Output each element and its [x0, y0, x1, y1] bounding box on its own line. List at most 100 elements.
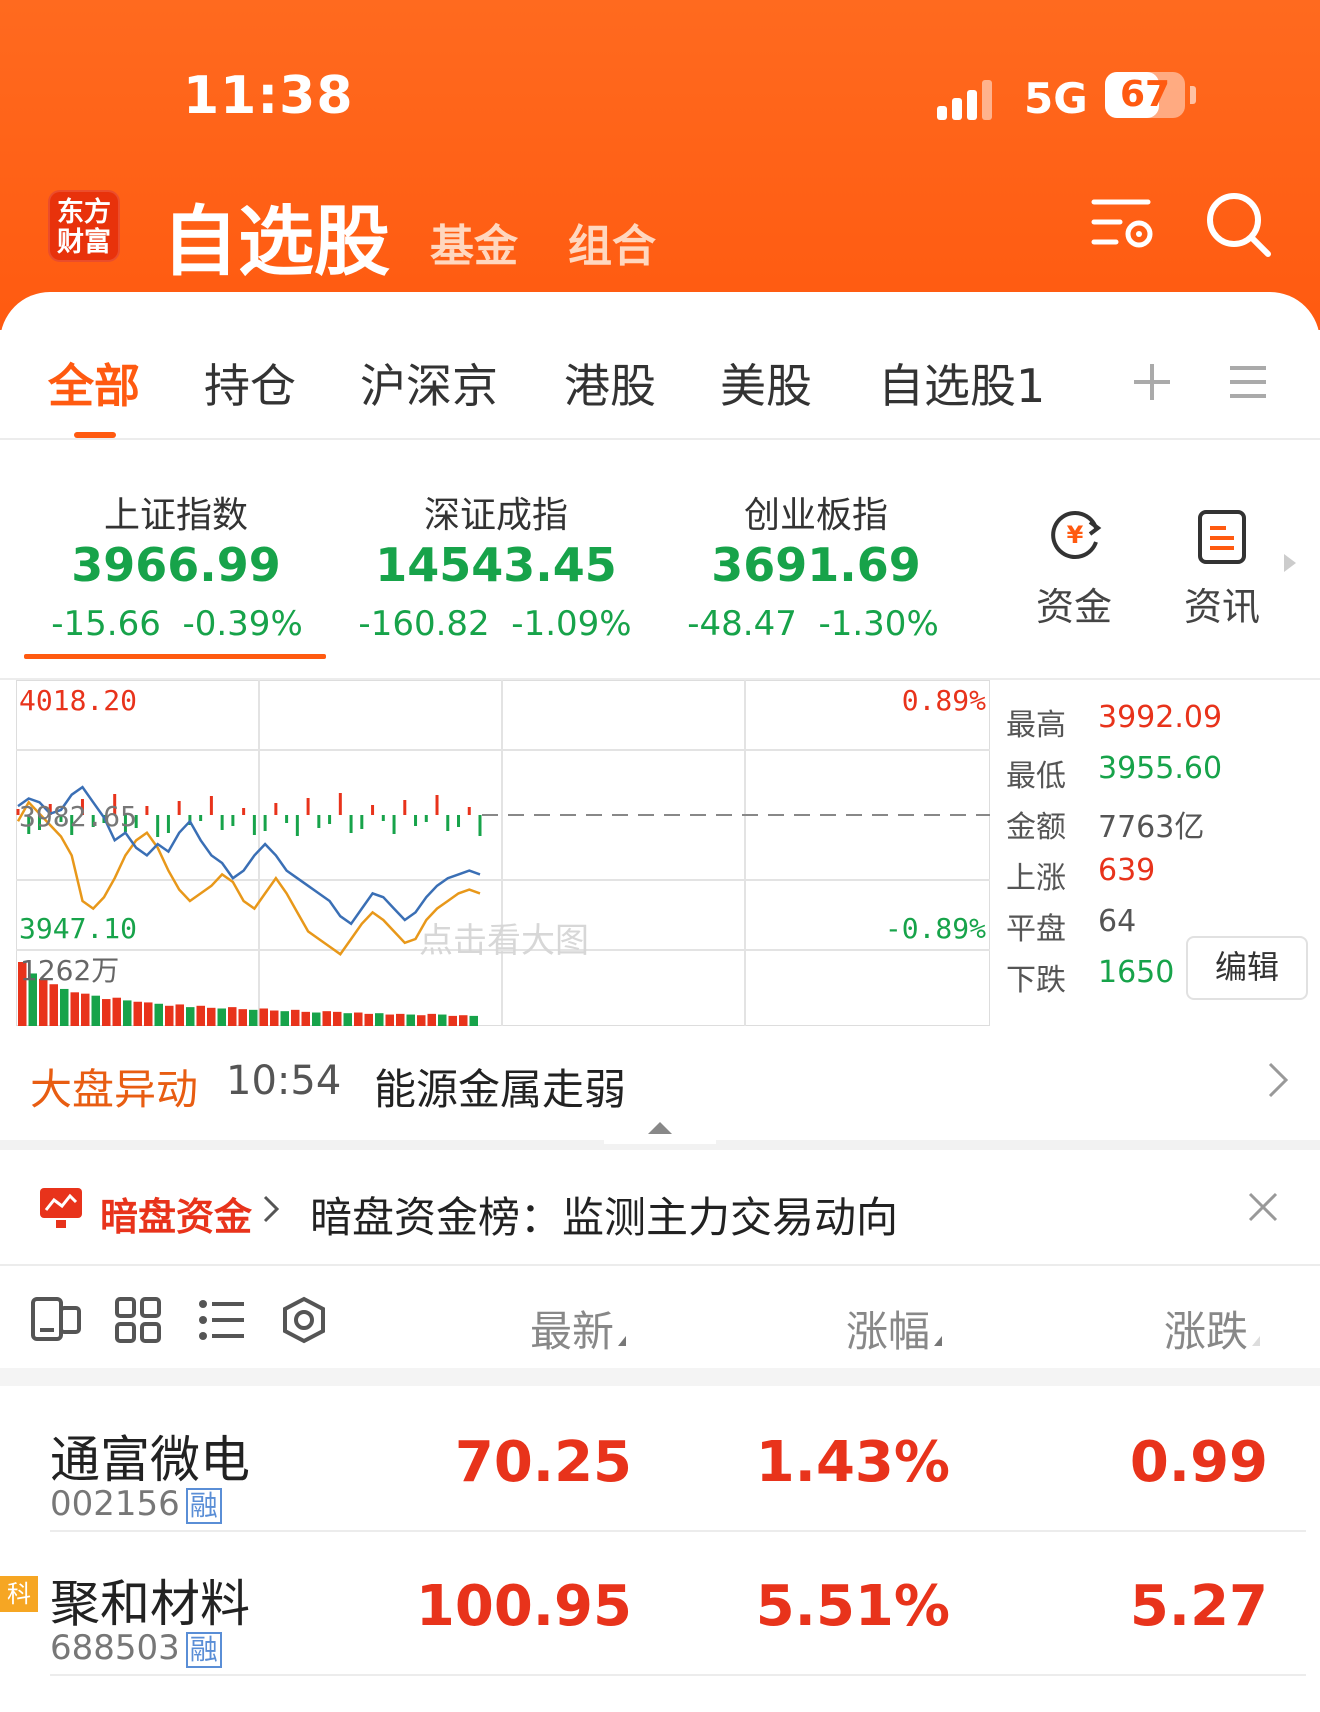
tick-bar: [424, 815, 428, 822]
volume-bar: [102, 999, 111, 1026]
more-arrow-icon[interactable]: [1282, 552, 1298, 574]
status-time: 11:38: [183, 66, 354, 126]
margin-badge: 融: [185, 1631, 222, 1668]
volume-bar: [375, 1013, 384, 1026]
table-row[interactable]: 通富微电 002156 融 70.25 1.43% 0.99: [0, 1400, 1320, 1530]
menu-icon[interactable]: [1226, 360, 1270, 404]
volume-bar: [249, 1009, 258, 1026]
chart-high-label: 4018.20: [19, 684, 137, 717]
volume-bar: [343, 1013, 352, 1026]
volume-bar: [448, 1015, 457, 1026]
index-name-cy[interactable]: 创业板指: [666, 486, 966, 538]
news-headline[interactable]: 能源金属走弱: [374, 1056, 626, 1117]
tab-hk[interactable]: 港股: [564, 350, 656, 416]
page-title[interactable]: 自选股: [162, 180, 390, 290]
banner-text[interactable]: 暗盘资金榜：监测主力交易动向: [310, 1184, 898, 1245]
list-view-icon[interactable]: [198, 1298, 246, 1342]
volume-bar: [60, 988, 69, 1026]
volume-bar: [291, 1009, 300, 1026]
index-change-cy: -48.47 -1.30%: [648, 604, 978, 644]
stock-code-row: 002156 融: [50, 1484, 222, 1524]
collapse-handle[interactable]: [604, 1108, 716, 1144]
tab-shanghai-shenzhen[interactable]: 沪深京: [360, 350, 498, 416]
tab-watchlist-1[interactable]: 自选股1: [878, 350, 1045, 416]
volume-bar: [217, 1008, 226, 1026]
edit-button[interactable]: 编辑: [1186, 936, 1308, 1000]
svg-text:¥: ¥: [1067, 521, 1084, 549]
news-button-label[interactable]: 资讯: [1184, 576, 1260, 631]
sort-icon: [934, 1336, 943, 1346]
tick-bar: [306, 798, 310, 815]
tab-all[interactable]: 全部: [48, 350, 140, 416]
tick-bar: [231, 815, 235, 826]
stat-value: 639: [1098, 853, 1156, 888]
stat-value: 64: [1098, 904, 1137, 939]
logo-text-2: 财富: [57, 227, 111, 258]
search-icon[interactable]: [1204, 190, 1274, 260]
index-value-sz[interactable]: 14543.45: [346, 538, 646, 592]
list-settings-icon[interactable]: [1090, 190, 1160, 260]
volume-bar: [165, 1005, 174, 1026]
news-doc-icon[interactable]: [1196, 508, 1248, 566]
capital-flow-icon[interactable]: ¥: [1046, 506, 1104, 564]
stat-value: 7763亿: [1098, 810, 1205, 845]
volume-bar: [396, 1013, 405, 1026]
close-icon[interactable]: [1246, 1190, 1280, 1224]
volume-bar: [459, 1015, 468, 1026]
stat-label: 最高: [1006, 708, 1066, 743]
index-value-cy[interactable]: 3691.69: [666, 538, 966, 592]
chart-high-pct: 0.89%: [902, 684, 986, 717]
stat-value: 3955.60: [1098, 751, 1223, 786]
chevron-right-icon[interactable]: [1266, 1060, 1290, 1100]
col-header-pct[interactable]: 涨幅: [846, 1298, 943, 1359]
sort-icon: [1252, 1336, 1261, 1346]
tick-bar: [285, 815, 289, 823]
tick-bar: [145, 806, 149, 815]
tick-bar: [349, 815, 353, 833]
banner-chevron-icon[interactable]: [262, 1194, 280, 1224]
col-header-latest[interactable]: 最新: [530, 1298, 627, 1359]
sort-icon: [618, 1336, 627, 1346]
stock-pct: 1.43%: [755, 1430, 950, 1495]
tab-us[interactable]: 美股: [720, 350, 812, 416]
tab-funds[interactable]: 基金: [430, 210, 518, 274]
stat-label: 最低: [1006, 759, 1066, 794]
tick-bar: [317, 815, 321, 828]
dark-pool-label[interactable]: 暗盘资金: [100, 1186, 252, 1241]
index-name-sh[interactable]: 上证指数: [26, 486, 326, 538]
settings-hex-icon[interactable]: [280, 1296, 328, 1344]
stock-price: 70.25: [454, 1430, 632, 1495]
news-tag[interactable]: 大盘异动: [30, 1056, 198, 1117]
grid-view-icon[interactable]: [114, 1296, 162, 1344]
tick-bar: [199, 815, 203, 821]
volume-bar: [385, 1014, 394, 1026]
stat-label: 上涨: [1006, 861, 1066, 896]
tick-bar: [338, 793, 342, 815]
index-value-sh[interactable]: 3966.99: [26, 538, 326, 592]
capital-button-label[interactable]: 资金: [1036, 576, 1112, 631]
layout-card-icon[interactable]: [30, 1296, 82, 1342]
stat-value: 1650: [1098, 955, 1175, 990]
volume-bar: [322, 1011, 331, 1026]
tick-bar: [156, 815, 160, 837]
volume-bar: [469, 1015, 478, 1026]
index-name-sz[interactable]: 深证成指: [346, 486, 646, 538]
margin-badge: 融: [185, 1487, 222, 1524]
intraday-chart[interactable]: 4018.20 0.89% 3982.65 3947.10 -0.89% 126…: [16, 680, 990, 1026]
stat-row: 下跌 1650: [1006, 955, 1174, 999]
tick-bar: [360, 815, 364, 829]
add-tab-icon[interactable]: [1130, 360, 1174, 404]
table-row[interactable]: 聚和材料 688503 融 100.95 5.51% 5.27: [0, 1544, 1320, 1674]
index-change-pct-sh: -0.39%: [182, 604, 303, 644]
col-header-change[interactable]: 涨跌: [1164, 1298, 1261, 1359]
chart-watermark: 点击看大图: [419, 921, 589, 961]
stat-label: 平盘: [1006, 912, 1066, 947]
tab-holdings[interactable]: 持仓: [204, 350, 296, 416]
logo-text-1: 东方: [57, 197, 111, 228]
col-pct-label: 涨幅: [846, 1307, 931, 1356]
tabs-divider: [0, 438, 1320, 440]
tab-portfolio[interactable]: 组合: [568, 210, 656, 274]
tick-bar: [467, 807, 471, 815]
volume-bar: [228, 1007, 237, 1026]
index-change-pct-sz: -1.09%: [511, 604, 632, 644]
